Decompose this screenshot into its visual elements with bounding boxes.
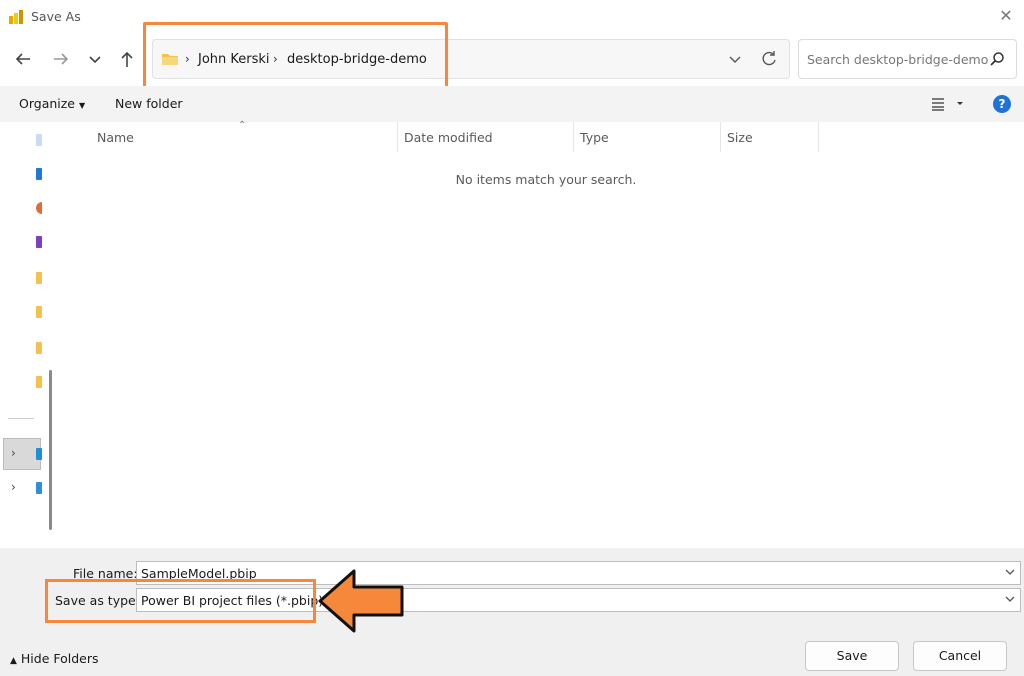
organize-button[interactable]: Organize ▼	[19, 96, 85, 111]
new-folder-button[interactable]: New folder	[115, 96, 183, 111]
column-header-date[interactable]: Date modified	[404, 130, 493, 145]
hide-folders-label: Hide Folders	[20, 651, 99, 666]
save-type-select[interactable]: Power BI project files (*.pbip)	[136, 588, 1021, 612]
chevron-down-icon[interactable]	[1004, 565, 1016, 579]
empty-message: No items match your search.	[455, 172, 637, 187]
file-name-value: SampleModel.pbip	[141, 566, 257, 581]
scrollbar[interactable]	[49, 370, 52, 530]
column-header-name[interactable]: Name	[97, 130, 134, 145]
breadcrumb-separator: ›	[185, 52, 190, 66]
save-type-value: Power BI project files (*.pbip)	[141, 593, 324, 608]
chevron-down-icon[interactable]	[1004, 592, 1016, 606]
this-pc-icon[interactable]	[36, 448, 42, 460]
save-type-label: Save as type:	[55, 593, 140, 608]
recent-chevron-icon[interactable]	[84, 48, 106, 70]
column-divider[interactable]	[397, 122, 398, 152]
breadcrumb-separator: ›	[273, 52, 278, 66]
back-arrow-icon[interactable]	[12, 48, 34, 70]
sort-caret-icon: ⌃	[238, 120, 247, 131]
caret-up-icon: ▲	[10, 656, 17, 666]
network-icon[interactable]	[36, 482, 42, 494]
forward-arrow-icon[interactable]	[50, 48, 72, 70]
divider	[8, 418, 34, 419]
column-divider[interactable]	[818, 122, 819, 152]
cancel-button[interactable]: Cancel	[913, 641, 1007, 671]
navigation-bar: › John Kerski › desktop-bridge-demo Sear…	[0, 34, 1024, 86]
column-header-type[interactable]: Type	[580, 130, 609, 145]
power-bi-app-icon	[9, 10, 23, 24]
column-divider[interactable]	[573, 122, 574, 152]
file-list-area: › › ⌃ Name Date modified Type Size No it…	[0, 120, 1024, 548]
folder-icon[interactable]	[36, 306, 42, 318]
folder-icon[interactable]	[36, 342, 42, 354]
expand-chevron-icon[interactable]: ›	[11, 480, 16, 494]
caret-down-icon: ▼	[78, 101, 86, 110]
breadcrumb-item[interactable]: desktop-bridge-demo	[287, 52, 427, 67]
refresh-icon[interactable]	[759, 49, 779, 69]
expand-chevron-icon[interactable]: ›	[11, 446, 16, 460]
search-icon[interactable]	[988, 50, 1006, 68]
folder-icon[interactable]	[36, 376, 42, 388]
gallery-icon[interactable]	[36, 236, 42, 248]
column-divider[interactable]	[720, 122, 721, 152]
command-bar: Organize ▼ New folder ?	[0, 86, 1024, 122]
quick-access-icon[interactable]	[36, 134, 42, 146]
address-bar[interactable]: › John Kerski › desktop-bridge-demo	[152, 39, 790, 79]
help-icon[interactable]: ?	[993, 95, 1011, 113]
folder-icon	[162, 54, 178, 65]
window-title: Save As	[31, 9, 81, 24]
file-name-label: File name:	[73, 566, 138, 581]
title-bar: Save As ✕	[0, 0, 1024, 34]
hide-folders-button[interactable]: ▲ Hide Folders	[10, 651, 99, 666]
chevron-down-icon[interactable]	[727, 50, 743, 68]
column-header-size[interactable]: Size	[727, 130, 753, 145]
view-options-icon[interactable]	[930, 96, 964, 112]
recent-icon[interactable]	[36, 202, 42, 214]
file-name-field[interactable]: SampleModel.pbip	[136, 561, 1021, 585]
folder-icon[interactable]	[36, 272, 42, 284]
search-input[interactable]: Search desktop-bridge-demo	[798, 39, 1017, 79]
breadcrumb-item[interactable]: John Kerski	[198, 52, 270, 67]
organize-label: Organize	[19, 96, 75, 111]
close-icon[interactable]: ✕	[996, 6, 1016, 26]
save-button[interactable]: Save	[805, 641, 899, 671]
search-placeholder: Search desktop-bridge-demo	[807, 52, 989, 67]
up-arrow-icon[interactable]	[116, 48, 138, 70]
